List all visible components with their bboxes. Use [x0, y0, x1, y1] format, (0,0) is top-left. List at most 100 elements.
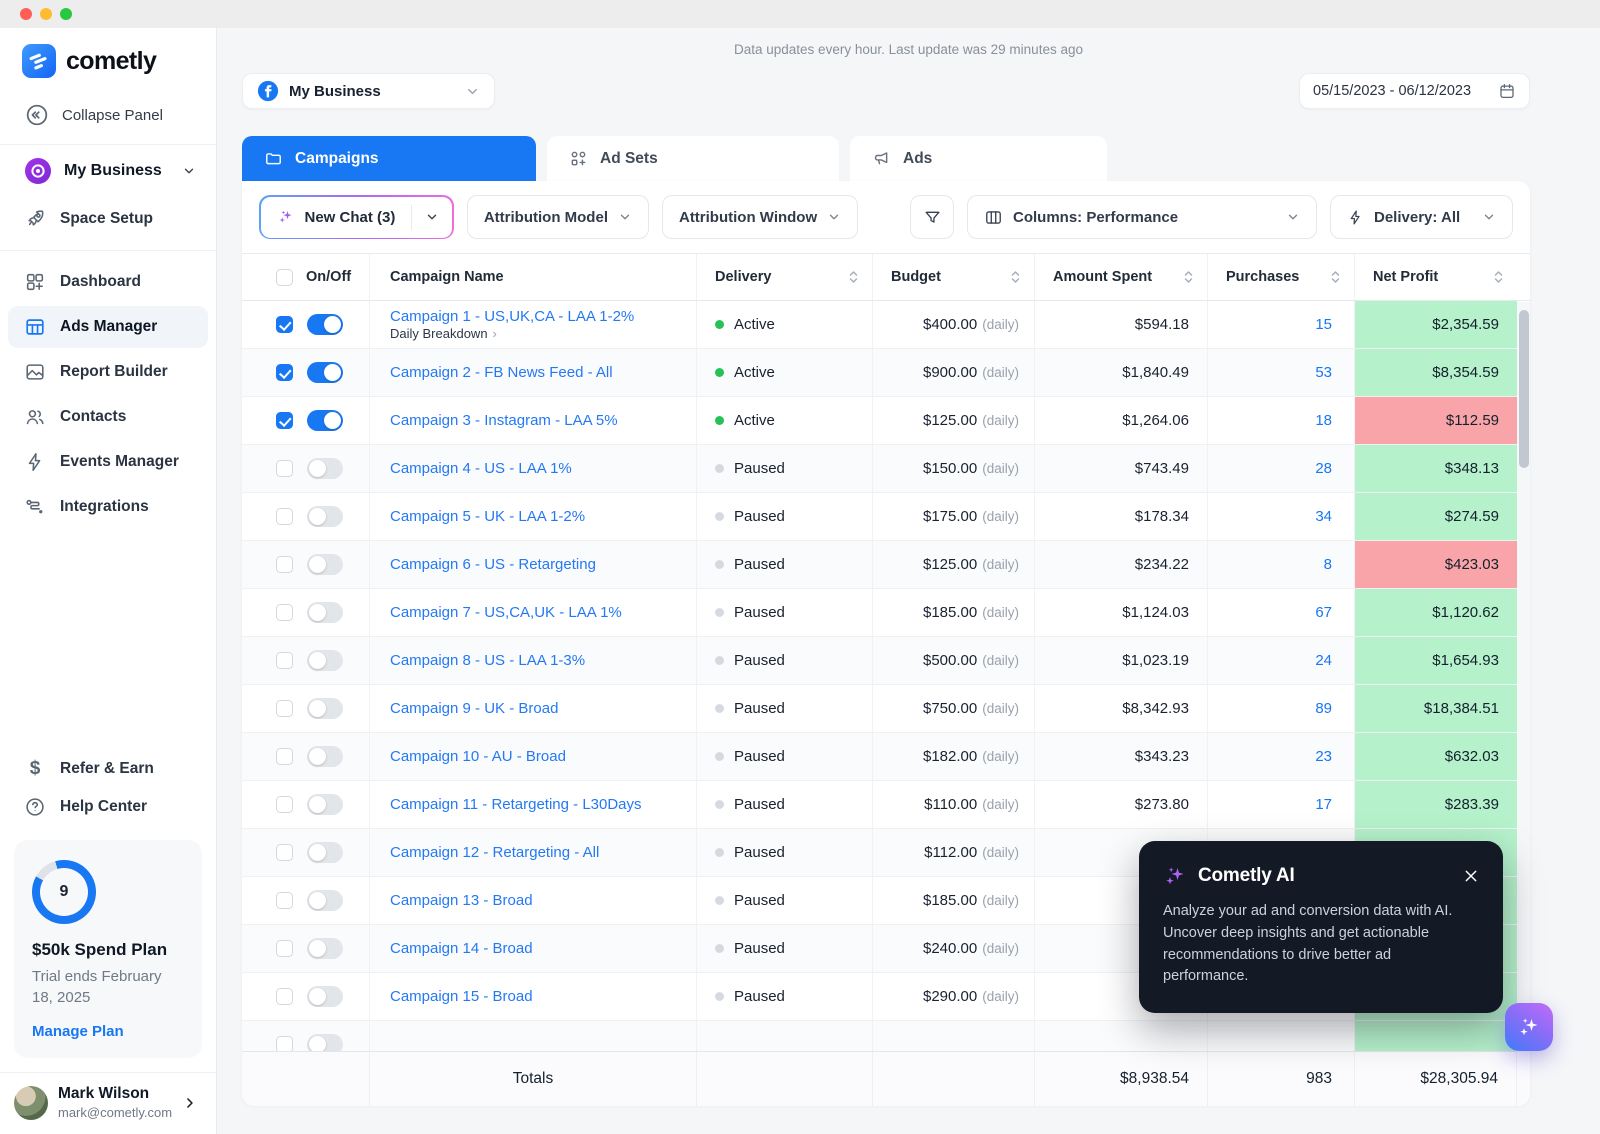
- row-toggle[interactable]: [307, 1034, 343, 1051]
- row-toggle[interactable]: [307, 362, 343, 383]
- sidebar-item-integrations[interactable]: Integrations: [8, 486, 208, 528]
- sidebar-item-dashboard[interactable]: Dashboard: [8, 261, 208, 303]
- purchases-link[interactable]: 28: [1208, 445, 1355, 492]
- new-chat-dropdown[interactable]: [412, 197, 452, 238]
- row-toggle[interactable]: [307, 554, 343, 575]
- purchases-link[interactable]: 8: [1208, 541, 1355, 588]
- row-checkbox[interactable]: [276, 940, 293, 957]
- row-toggle[interactable]: [307, 458, 343, 479]
- attribution-model-dropdown[interactable]: Attribution Model: [466, 195, 649, 239]
- columns-dropdown[interactable]: Columns: Performance: [967, 195, 1317, 239]
- purchases-link[interactable]: 17: [1208, 781, 1355, 828]
- row-toggle[interactable]: [307, 938, 343, 959]
- row-checkbox[interactable]: [276, 700, 293, 717]
- row-checkbox[interactable]: [276, 748, 293, 765]
- minimize-window-button[interactable]: [40, 8, 52, 20]
- row-toggle[interactable]: [307, 650, 343, 671]
- tab-campaigns[interactable]: Campaigns: [242, 136, 536, 181]
- row-checkbox[interactable]: [276, 892, 293, 909]
- daily-breakdown-link[interactable]: Daily Breakdown ›: [390, 326, 497, 341]
- purchases-link[interactable]: 24: [1208, 637, 1355, 684]
- header-net-profit[interactable]: Net Profit: [1355, 254, 1517, 300]
- row-toggle[interactable]: [307, 698, 343, 719]
- ai-assistant-button[interactable]: [1505, 1003, 1553, 1051]
- row-toggle[interactable]: [307, 506, 343, 527]
- row-toggle[interactable]: [307, 986, 343, 1007]
- campaign-link[interactable]: Campaign 2 - FB News Feed - All: [390, 364, 613, 381]
- campaign-link[interactable]: Campaign 12 - Retargeting - All: [390, 844, 599, 861]
- row-checkbox[interactable]: [276, 508, 293, 525]
- header-amount-spent[interactable]: Amount Spent: [1035, 254, 1208, 300]
- purchases-link[interactable]: 18: [1208, 397, 1355, 444]
- purchases-link[interactable]: 15: [1208, 301, 1355, 348]
- row-toggle[interactable]: [307, 842, 343, 863]
- campaign-link[interactable]: Campaign 10 - AU - Broad: [390, 748, 566, 765]
- sidebar-item-events-manager[interactable]: Events Manager: [8, 441, 208, 483]
- campaign-link[interactable]: Campaign 15 - Broad: [390, 988, 533, 1005]
- purchases-link[interactable]: 89: [1208, 685, 1355, 732]
- workspace-selector[interactable]: My Business: [0, 145, 216, 195]
- campaign-link[interactable]: Campaign 8 - US - LAA 1-3%: [390, 652, 585, 669]
- row-toggle[interactable]: [307, 602, 343, 623]
- filter-button[interactable]: [910, 195, 954, 239]
- row-checkbox[interactable]: [276, 652, 293, 669]
- row-checkbox[interactable]: [276, 604, 293, 621]
- campaign-link[interactable]: Campaign 3 - Instagram - LAA 5%: [390, 412, 618, 429]
- manage-plan-link[interactable]: Manage Plan: [32, 1023, 184, 1040]
- ad-account-selector[interactable]: My Business: [242, 73, 495, 109]
- campaign-link[interactable]: Campaign 13 - Broad: [390, 892, 533, 909]
- plan-subtitle: Trial ends February 18, 2025: [32, 967, 162, 1007]
- new-chat-button[interactable]: New Chat (3): [259, 195, 454, 239]
- sidebar-item-contacts[interactable]: Contacts: [8, 396, 208, 438]
- purchases-link[interactable]: 53: [1208, 349, 1355, 396]
- purchases-link[interactable]: 23: [1208, 733, 1355, 780]
- sidebar-item-report-builder[interactable]: Report Builder: [8, 351, 208, 393]
- row-checkbox[interactable]: [276, 364, 293, 381]
- zoom-window-button[interactable]: [60, 8, 72, 20]
- row-checkbox[interactable]: [276, 316, 293, 333]
- row-checkbox[interactable]: [276, 1036, 293, 1051]
- date-range-picker[interactable]: 05/15/2023 - 06/12/2023: [1299, 73, 1530, 109]
- scrollbar-thumb[interactable]: [1518, 310, 1529, 468]
- row-checkbox[interactable]: [276, 412, 293, 429]
- close-window-button[interactable]: [20, 8, 32, 20]
- row-checkbox[interactable]: [276, 844, 293, 861]
- sidebar-item-refer-earn[interactable]: $ Refer & Earn: [8, 750, 208, 788]
- campaign-link[interactable]: Campaign 1 - US,UK,CA - LAA 1-2%: [390, 308, 634, 325]
- purchases-link[interactable]: [1208, 1021, 1355, 1051]
- header-budget[interactable]: Budget: [873, 254, 1035, 300]
- row-toggle[interactable]: [307, 794, 343, 815]
- row-checkbox[interactable]: [276, 460, 293, 477]
- campaign-link[interactable]: Campaign 14 - Broad: [390, 940, 533, 957]
- collapse-panel-button[interactable]: Collapse Panel: [24, 102, 216, 128]
- row-toggle[interactable]: [307, 890, 343, 911]
- row-checkbox[interactable]: [276, 796, 293, 813]
- row-checkbox[interactable]: [276, 988, 293, 1005]
- header-delivery[interactable]: Delivery: [697, 254, 873, 300]
- header-purchases[interactable]: Purchases: [1208, 254, 1355, 300]
- purchases-link[interactable]: 67: [1208, 589, 1355, 636]
- campaign-link[interactable]: Campaign 11 - Retargeting - L30Days: [390, 796, 642, 813]
- attribution-window-dropdown[interactable]: Attribution Window: [661, 195, 859, 239]
- campaign-link[interactable]: Campaign 4 - US - LAA 1%: [390, 460, 572, 477]
- user-menu[interactable]: Mark Wilson mark@cometly.com: [0, 1072, 216, 1134]
- budget-cell: $125.00 (daily): [873, 397, 1035, 444]
- campaign-link[interactable]: Campaign 7 - US,CA,UK - LAA 1%: [390, 604, 622, 621]
- sidebar-item-help-center[interactable]: Help Center: [8, 788, 208, 826]
- tab-ad-sets[interactable]: Ad Sets: [547, 136, 839, 181]
- sidebar-item-space-setup[interactable]: Space Setup: [8, 198, 208, 240]
- campaign-link[interactable]: Campaign 6 - US - Retargeting: [390, 556, 596, 573]
- campaign-link[interactable]: Campaign 5 - UK - LAA 1-2%: [390, 508, 585, 525]
- tab-ads[interactable]: Ads: [850, 136, 1107, 181]
- row-toggle[interactable]: [307, 410, 343, 431]
- row-checkbox[interactable]: [276, 556, 293, 573]
- campaign-link[interactable]: Campaign 9 - UK - Broad: [390, 700, 558, 717]
- row-toggle[interactable]: [307, 314, 343, 335]
- sidebar-item-ads-manager[interactable]: Ads Manager: [8, 306, 208, 348]
- close-icon[interactable]: [1463, 868, 1479, 884]
- select-all-checkbox[interactable]: [276, 268, 293, 286]
- delivery-filter-dropdown[interactable]: Delivery: All: [1330, 195, 1513, 239]
- row-toggle[interactable]: [307, 746, 343, 767]
- purchases-link[interactable]: 34: [1208, 493, 1355, 540]
